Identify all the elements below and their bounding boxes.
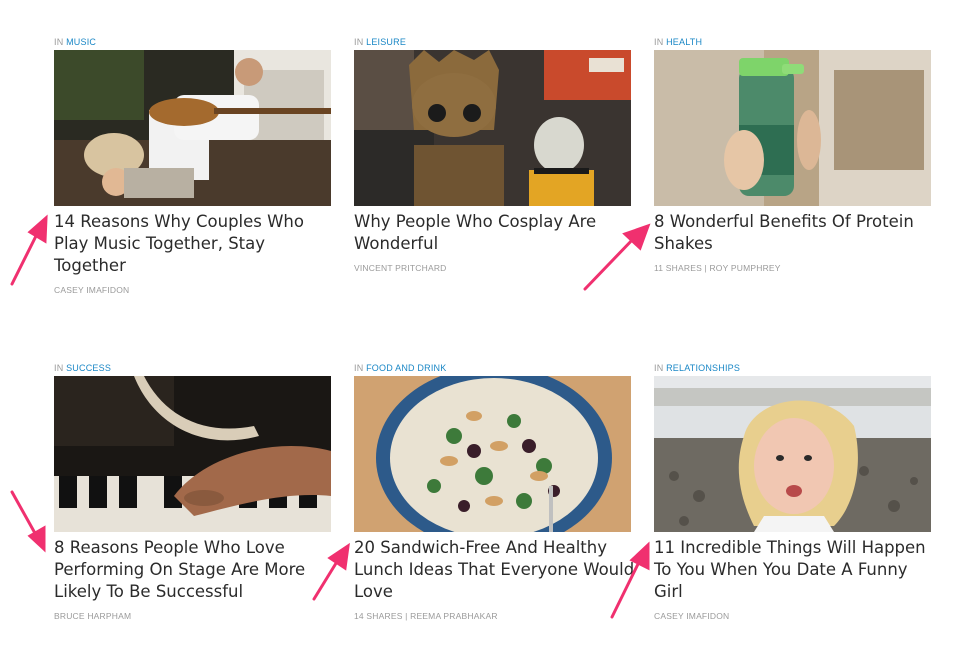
category-link[interactable]: SUCCESS	[66, 363, 111, 373]
pink-arrow-icon	[10, 214, 48, 286]
category-link[interactable]: RELATIONSHIPS	[666, 363, 740, 373]
article-meta: BRUCE HARPHAM	[54, 611, 132, 621]
article-meta: CASEY IMAFIDON	[54, 285, 130, 295]
article-title[interactable]: 8 Wonderful Benefits Of Protein Shakes	[654, 211, 936, 255]
category-link[interactable]: FOOD AND DRINK	[366, 363, 446, 373]
article-title[interactable]: Why People Who Cosplay Are Wonderful	[354, 211, 636, 255]
article-image[interactable]	[354, 376, 631, 532]
category-label: IN HEALTH	[654, 37, 703, 47]
article-meta: 14 SHARES | REEMA PRABHAKAR	[354, 611, 498, 621]
category-label: IN SUCCESS	[54, 363, 112, 373]
article-image[interactable]	[54, 50, 331, 206]
pink-arrow-icon	[10, 490, 46, 553]
category-label: IN FOOD AND DRINK	[354, 363, 447, 373]
article-meta: 11 SHARES | ROY PUMPHREY	[654, 263, 781, 273]
article-image[interactable]	[54, 376, 331, 532]
category-label: IN RELATIONSHIPS	[654, 363, 741, 373]
article-meta: CASEY IMAFIDON	[654, 611, 730, 621]
category-label: IN MUSIC	[54, 37, 97, 47]
article-title[interactable]: 11 Incredible Things Will Happen To You …	[654, 537, 936, 603]
category-link[interactable]: HEALTH	[666, 37, 702, 47]
category-link[interactable]: LEISURE	[366, 37, 406, 47]
article-title[interactable]: 20 Sandwich-Free And Healthy Lunch Ideas…	[354, 537, 636, 603]
article-image[interactable]	[354, 50, 631, 206]
article-meta: VINCENT PRITCHARD	[354, 263, 447, 273]
article-title[interactable]: 14 Reasons Why Couples Who Play Music To…	[54, 211, 336, 277]
article-image[interactable]	[654, 376, 931, 532]
article-image[interactable]	[654, 50, 931, 206]
category-link[interactable]: MUSIC	[66, 37, 96, 47]
category-label: IN LEISURE	[354, 37, 407, 47]
article-title[interactable]: 8 Reasons People Who Love Performing On …	[54, 537, 336, 603]
